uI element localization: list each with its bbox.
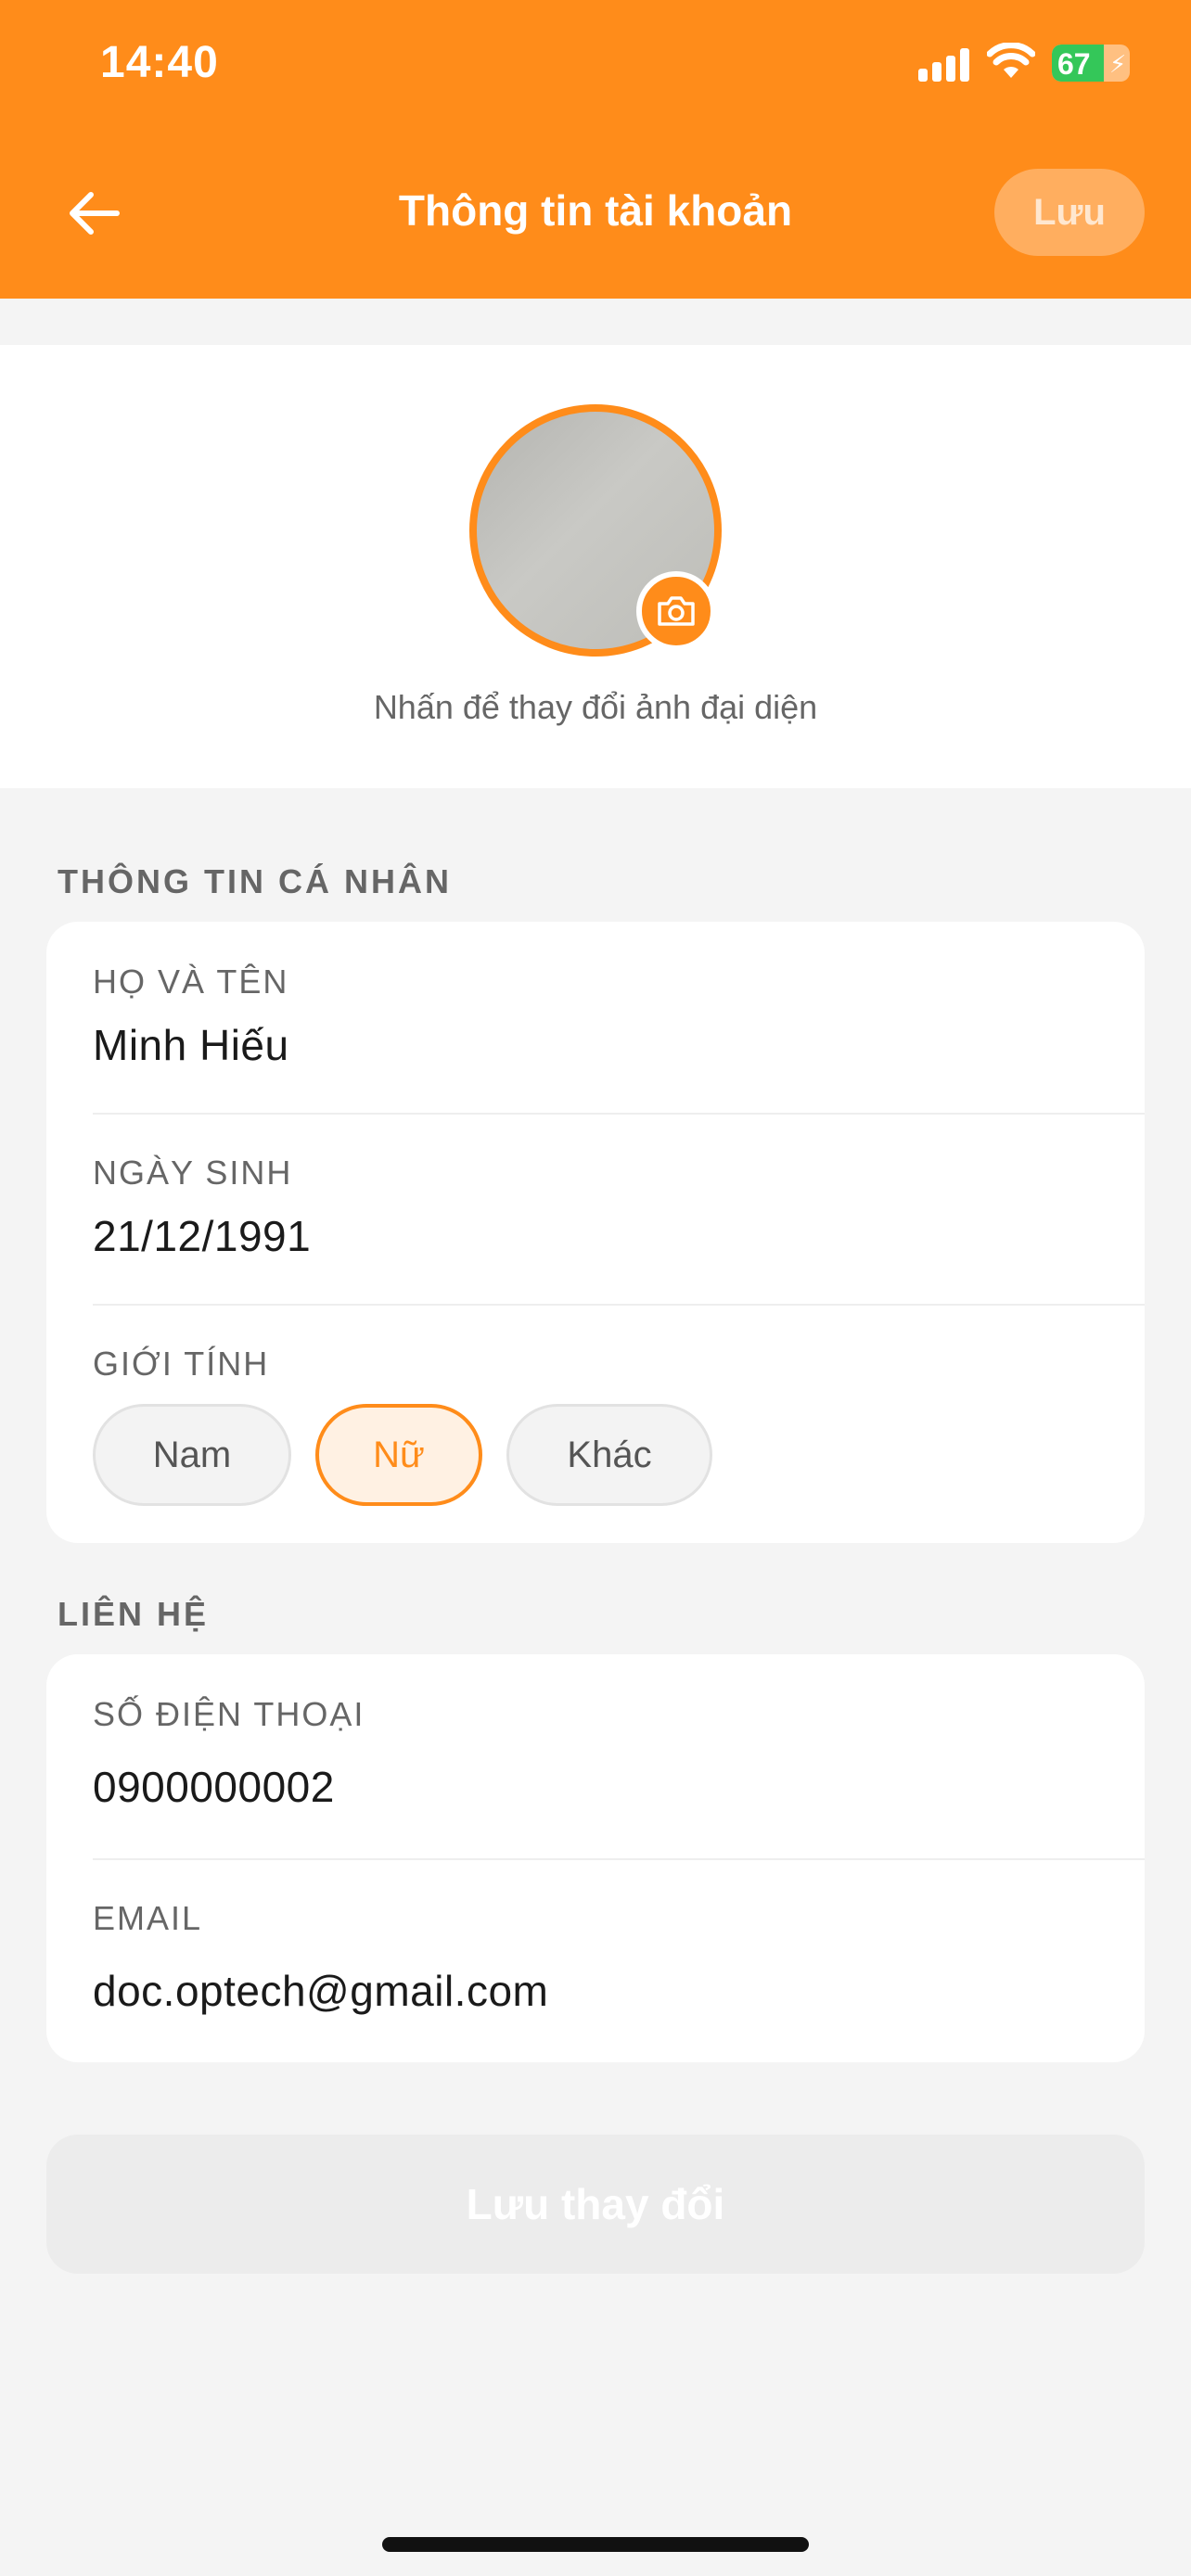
status-time: 14:40 bbox=[100, 38, 219, 87]
avatar-photo-detail bbox=[616, 412, 714, 550]
save-changes-button[interactable]: Lưu thay đổi bbox=[46, 2135, 1145, 2274]
divider bbox=[93, 1858, 1145, 1860]
birthday-label: NGÀY SINH bbox=[93, 1154, 293, 1192]
camera-icon bbox=[658, 596, 695, 626]
avatar-hint: Nhấn để thay đổi ảnh đại diện bbox=[373, 688, 818, 726]
email-field[interactable]: EMAIL doc.optech@gmail.com bbox=[93, 1899, 1145, 2016]
birthday-field[interactable]: NGÀY SINH 21/12/1991 bbox=[93, 1154, 1145, 1261]
full-name-field[interactable]: HỌ VÀ TÊN Minh Hiếu bbox=[93, 963, 1145, 1070]
header: 14:40 67 ⚡ Thông tin tài khoản Lưu bbox=[0, 0, 1191, 299]
gender-field: GIỚI TÍNH bbox=[93, 1345, 1145, 1384]
wifi-icon bbox=[987, 43, 1035, 78]
gender-option-other[interactable]: Khác bbox=[506, 1404, 712, 1506]
contact-card: SỐ ĐIỆN THOẠI 0900000002 EMAIL doc.optec… bbox=[46, 1654, 1145, 2062]
gender-option-female[interactable]: Nữ bbox=[315, 1404, 482, 1506]
cellular-signal-icon bbox=[918, 48, 969, 82]
account-info-screen: 14:40 67 ⚡ Thông tin tài khoản Lưu Nhấn … bbox=[0, 0, 1191, 2576]
phone-label: SỐ ĐIỆN THOẠI bbox=[93, 1695, 365, 1733]
avatar-section: Nhấn để thay đổi ảnh đại diện bbox=[0, 345, 1191, 788]
gender-label: GIỚI TÍNH bbox=[93, 1345, 270, 1383]
personal-info-card: HỌ VÀ TÊN Minh Hiếu NGÀY SINH 21/12/1991… bbox=[46, 922, 1145, 1543]
battery-indicator: 67 ⚡ bbox=[1052, 45, 1130, 82]
home-indicator[interactable] bbox=[382, 2537, 809, 2552]
change-avatar-button[interactable] bbox=[636, 571, 716, 651]
phone-field[interactable]: SỐ ĐIỆN THOẠI 0900000002 bbox=[93, 1695, 1145, 1812]
divider bbox=[93, 1113, 1145, 1115]
full-name-value[interactable]: Minh Hiếu bbox=[93, 1020, 1145, 1070]
divider bbox=[93, 1304, 1145, 1306]
gender-option-male[interactable]: Nam bbox=[93, 1404, 291, 1506]
charging-bolt-icon: ⚡ bbox=[1109, 50, 1127, 78]
phone-value[interactable]: 0900000002 bbox=[93, 1762, 1145, 1812]
full-name-label: HỌ VÀ TÊN bbox=[93, 963, 289, 1001]
personal-section-title: THÔNG TIN CÁ NHÂN bbox=[58, 862, 452, 900]
header-save-button[interactable]: Lưu bbox=[994, 169, 1145, 256]
battery-percent: 67 bbox=[1057, 47, 1091, 81]
email-value[interactable]: doc.optech@gmail.com bbox=[93, 1966, 1145, 2016]
email-label: EMAIL bbox=[93, 1899, 203, 1937]
avatar-photo-detail bbox=[477, 412, 506, 536]
contact-section-title: LIÊN HỆ bbox=[58, 1595, 210, 1633]
birthday-value[interactable]: 21/12/1991 bbox=[93, 1211, 1145, 1261]
gender-options: Nam Nữ Khác bbox=[93, 1404, 712, 1506]
